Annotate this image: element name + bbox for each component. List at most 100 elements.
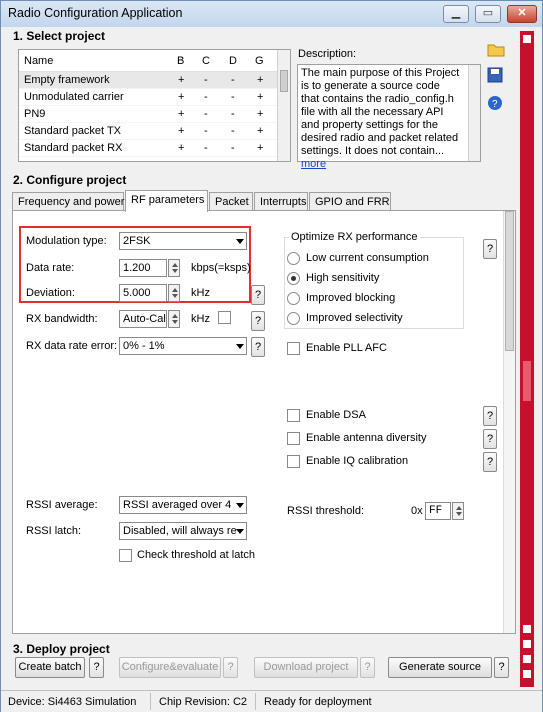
scroll-thumb[interactable] [505, 211, 514, 351]
table-scrollbar[interactable] [277, 50, 290, 161]
deviation-input[interactable]: 5.000 [119, 284, 167, 302]
modulation-select[interactable]: 2FSK [119, 232, 247, 250]
rx-data-rate-error-value: 0% - 1% [123, 340, 165, 352]
download-project-help-button[interactable]: ? [360, 657, 375, 678]
configure-evaluate-help-button[interactable]: ? [223, 657, 238, 678]
status-device: Device: Si4463 Simulation [8, 696, 137, 708]
row-c: - [204, 91, 208, 103]
side-bar-top-icon[interactable] [523, 35, 531, 43]
row-b: + [178, 142, 185, 154]
table-row[interactable]: Standard packet RX + - - + [19, 140, 290, 157]
create-batch-help-button[interactable]: ? [89, 657, 104, 678]
table-row[interactable]: PN9 + - - + [19, 106, 290, 123]
configure-evaluate-button[interactable]: Configure&evaluate [119, 657, 221, 678]
iq-calibration-help-button[interactable]: ? [483, 452, 497, 472]
dsa-checkbox[interactable] [287, 409, 300, 422]
row-c: - [204, 74, 208, 86]
rssi-average-select[interactable]: RSSI averaged over 4 [119, 496, 247, 514]
table-row[interactable]: Standard packet TX + - - + [19, 123, 290, 140]
chevron-down-icon [236, 503, 244, 508]
row-b: + [178, 74, 185, 86]
tab-packet[interactable]: Packet [209, 192, 253, 211]
modulation-label: Modulation type: [26, 235, 107, 247]
help-icon[interactable]: ? [487, 95, 503, 111]
radio-improved-selectivity-label: Improved selectivity [306, 312, 403, 324]
generate-source-button[interactable]: Generate source [388, 657, 492, 678]
tab-frequency-power[interactable]: Frequency and power [12, 192, 124, 211]
data-rate-input[interactable]: 1.200 [119, 259, 167, 277]
rx-data-rate-error-help-button[interactable]: ? [251, 337, 265, 357]
tab-interrupts[interactable]: Interrupts [254, 192, 308, 211]
row-d: - [231, 91, 235, 103]
antenna-diversity-help-button[interactable]: ? [483, 429, 497, 449]
status-separator [255, 693, 256, 710]
deviation-help-button[interactable]: ? [251, 285, 265, 305]
maximize-button[interactable]: ▭ [475, 5, 501, 23]
rx-bandwidth-input[interactable]: Auto-Calc [119, 310, 167, 328]
create-batch-button[interactable]: Create batch [15, 657, 85, 678]
close-button[interactable]: ✕ [507, 5, 537, 23]
table-row[interactable]: Unmodulated carrier + - - + [19, 89, 290, 106]
check-threshold-checkbox[interactable] [119, 549, 132, 562]
rssi-threshold-stepper[interactable] [452, 502, 464, 520]
row-g: + [257, 74, 264, 86]
rx-data-rate-error-select[interactable]: 0% - 1% [119, 337, 247, 355]
column-name: Name [24, 55, 54, 67]
svg-text:?: ? [492, 99, 498, 110]
side-bar-handle[interactable] [523, 361, 531, 401]
rssi-threshold-input[interactable]: FF [425, 502, 451, 520]
more-link[interactable]: more [301, 158, 326, 170]
table-row[interactable]: Empty framework + - - + [19, 72, 290, 89]
rssi-average-value: RSSI averaged over 4 [123, 499, 232, 511]
row-name: Empty framework [24, 74, 110, 86]
dsa-help-button[interactable]: ? [483, 406, 497, 426]
row-g: + [257, 91, 264, 103]
status-chip-revision: Chip Revision: C2 [159, 696, 248, 708]
deploy-project-heading: 3. Deploy project [13, 642, 110, 656]
rssi-latch-select[interactable]: Disabled, will always re [119, 522, 247, 540]
generate-source-help-button[interactable]: ? [494, 657, 509, 678]
tab-gpio-frr[interactable]: GPIO and FRR [309, 192, 391, 211]
rx-bandwidth-label: RX bandwidth: [26, 313, 98, 325]
data-rate-stepper[interactable] [168, 259, 180, 277]
radio-improved-blocking-label: Improved blocking [306, 292, 396, 304]
deviation-stepper[interactable] [168, 284, 180, 302]
description-label: Description: [298, 48, 357, 60]
title-bar: Radio Configuration Application ▁ ▭ ✕ [1, 1, 542, 27]
project-table[interactable]: Name B C D G Empty framework + - - + Unm… [18, 49, 291, 162]
optimize-help-button[interactable]: ? [483, 239, 497, 259]
rx-bandwidth-help-button[interactable]: ? [251, 311, 265, 331]
rx-data-rate-error-label: RX data rate error: [26, 340, 118, 352]
scroll-thumb[interactable] [280, 70, 288, 92]
antenna-diversity-checkbox[interactable] [287, 432, 300, 445]
rx-bandwidth-checkbox[interactable] [218, 311, 231, 324]
minimize-button[interactable]: ▁ [443, 5, 469, 23]
description-scrollbar[interactable] [468, 65, 480, 161]
radio-low-current[interactable] [287, 252, 300, 265]
row-name: PN9 [24, 108, 46, 120]
rx-bandwidth-stepper[interactable] [168, 310, 180, 328]
side-bar-icon-2[interactable] [523, 640, 531, 648]
iq-calibration-checkbox[interactable] [287, 455, 300, 468]
radio-high-sensitivity[interactable] [287, 272, 300, 285]
radio-improved-selectivity[interactable] [287, 312, 300, 325]
side-bar-icon-1[interactable] [523, 625, 531, 633]
tab-rf-parameters[interactable]: RF parameters [125, 190, 208, 212]
save-icon[interactable] [487, 67, 503, 83]
rf-parameters-panel: Modulation type: 2FSK Data rate: 1.200 k… [12, 210, 516, 634]
description-box: The main purpose of this Project is to g… [297, 64, 481, 170]
open-folder-icon[interactable] [487, 41, 505, 57]
check-threshold-label: Check threshold at latch [137, 549, 256, 561]
deviation-label: Deviation: [26, 287, 75, 299]
tab-bar: Frequency and power RF parameters Packet… [12, 190, 516, 212]
side-bar-icon-3[interactable] [523, 655, 531, 663]
row-g: + [257, 125, 264, 137]
status-bar: Device: Si4463 Simulation Chip Revision:… [1, 690, 542, 712]
column-b: B [177, 55, 185, 67]
panel-scrollbar[interactable] [503, 211, 515, 633]
radio-improved-blocking[interactable] [287, 292, 300, 305]
side-bar-collapse-icon[interactable] [523, 670, 531, 678]
pll-afc-checkbox[interactable] [287, 342, 300, 355]
download-project-button[interactable]: Download project [254, 657, 358, 678]
row-d: - [231, 142, 235, 154]
